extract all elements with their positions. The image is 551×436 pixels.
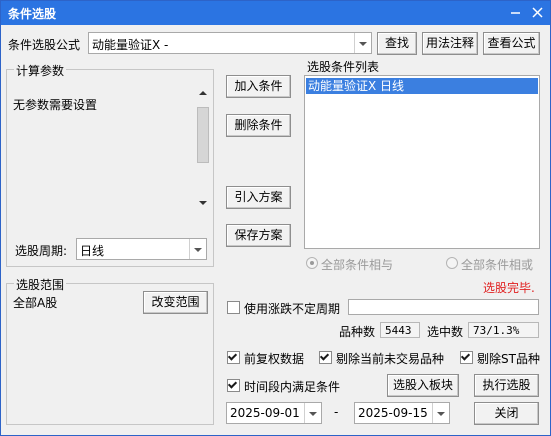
scope-value: 全部A股 (13, 296, 58, 310)
radio-selected-icon (310, 261, 314, 265)
exclude-st-label: 剔除ST品种 (477, 352, 540, 366)
status-text: 选股完毕. (483, 281, 535, 295)
execute-selection-button[interactable]: 执行选股 (474, 374, 539, 397)
usage-notes-button[interactable]: 用法注释 (422, 32, 478, 55)
view-formula-button[interactable]: 查看公式 (483, 32, 540, 55)
close-window-button[interactable] (528, 3, 548, 23)
formula-value: 动能量验证X - (92, 38, 169, 52)
time-range-label: 时间段内满足条件 (244, 380, 341, 394)
selected-value: 73/1.3% (468, 322, 539, 338)
all-and-radio[interactable] (306, 257, 318, 269)
import-scheme-button[interactable]: 引入方案 (226, 186, 291, 209)
count-value: 5443 (380, 322, 420, 338)
window-title: 条件选股 (8, 7, 57, 21)
all-or-radio[interactable] (446, 257, 458, 269)
close-button[interactable]: 关闭 (474, 402, 539, 425)
checkmark-icon (227, 351, 238, 361)
use-change-period-label: 使用涨跌不定周期 (244, 302, 341, 316)
condition-list-item[interactable]: 动能量验证X 日线 (306, 78, 538, 94)
params-group-label: 计算参数 (14, 62, 67, 79)
all-or-label: 全部条件相或 (461, 258, 534, 272)
chevron-down-icon[interactable] (432, 403, 449, 423)
chevron-down-icon[interactable] (304, 403, 321, 423)
add-condition-button[interactable]: 加入条件 (226, 75, 291, 98)
checkmark-icon (319, 351, 330, 361)
start-date-value: 2025-09-01 (230, 406, 300, 420)
search-button[interactable]: 查找 (377, 32, 417, 55)
date-separator: - (334, 405, 339, 419)
minimize-icon (511, 12, 520, 14)
save-scheme-button[interactable]: 保存方案 (226, 224, 291, 247)
checkmark-icon (227, 379, 238, 389)
condition-list[interactable]: 动能量验证X 日线 (304, 75, 540, 249)
exclude-untraded-checkbox[interactable] (319, 351, 332, 364)
period-value: 日线 (80, 244, 105, 258)
end-date-picker[interactable]: 2025-09-15 (354, 402, 450, 424)
title-bar[interactable]: 条件选股 (1, 1, 550, 25)
selected-label: 选中数 (427, 325, 464, 339)
minimize-button[interactable] (506, 3, 526, 23)
scrollbar-thumb[interactable] (197, 107, 209, 163)
chevron-down-icon[interactable] (354, 33, 371, 53)
close-icon (532, 7, 543, 18)
time-range-checkbox[interactable] (227, 379, 240, 392)
scope-group: 选股范围 全部A股 改变范围 (6, 276, 214, 425)
scroll-down-icon[interactable] (196, 197, 210, 209)
end-date-value: 2025-09-15 (358, 406, 428, 420)
scope-group-label: 选股范围 (14, 276, 67, 293)
start-date-picker[interactable]: 2025-09-01 (226, 402, 322, 424)
pre-adjust-label: 前复权数据 (244, 352, 305, 366)
exclude-st-checkbox[interactable] (460, 351, 473, 364)
chevron-down-icon[interactable] (189, 239, 206, 259)
add-to-block-button[interactable]: 选股入板块 (387, 374, 459, 397)
count-label: 品种数 (339, 325, 376, 339)
checkmark-icon (460, 351, 471, 361)
formula-label: 条件选股公式 (8, 38, 81, 52)
period-label: 选股周期: (15, 244, 68, 258)
params-scrollbar[interactable] (196, 85, 210, 213)
formula-combobox[interactable]: 动能量验证X - (88, 32, 372, 54)
use-change-period-checkbox[interactable] (227, 301, 240, 314)
period-combobox[interactable]: 日线 (76, 238, 207, 260)
pre-adjust-checkbox[interactable] (227, 351, 240, 364)
change-period-input[interactable] (348, 299, 539, 315)
all-and-label: 全部条件相与 (321, 258, 394, 272)
change-scope-button[interactable]: 改变范围 (143, 291, 208, 314)
exclude-untraded-label: 剔除当前未交易品种 (336, 352, 445, 366)
delete-condition-button[interactable]: 删除条件 (226, 114, 291, 137)
condition-list-label: 选股条件列表 (307, 60, 380, 74)
params-message: 无参数需要设置 (13, 98, 98, 112)
scroll-up-icon[interactable] (196, 87, 210, 99)
params-group: 计算参数 无参数需要设置 选股周期: 日线 (6, 62, 214, 267)
condition-stock-selection-dialog: 条件选股 条件选股公式 动能量验证X - 查找 用法注释 查看公式 计算参数 无… (0, 0, 551, 436)
